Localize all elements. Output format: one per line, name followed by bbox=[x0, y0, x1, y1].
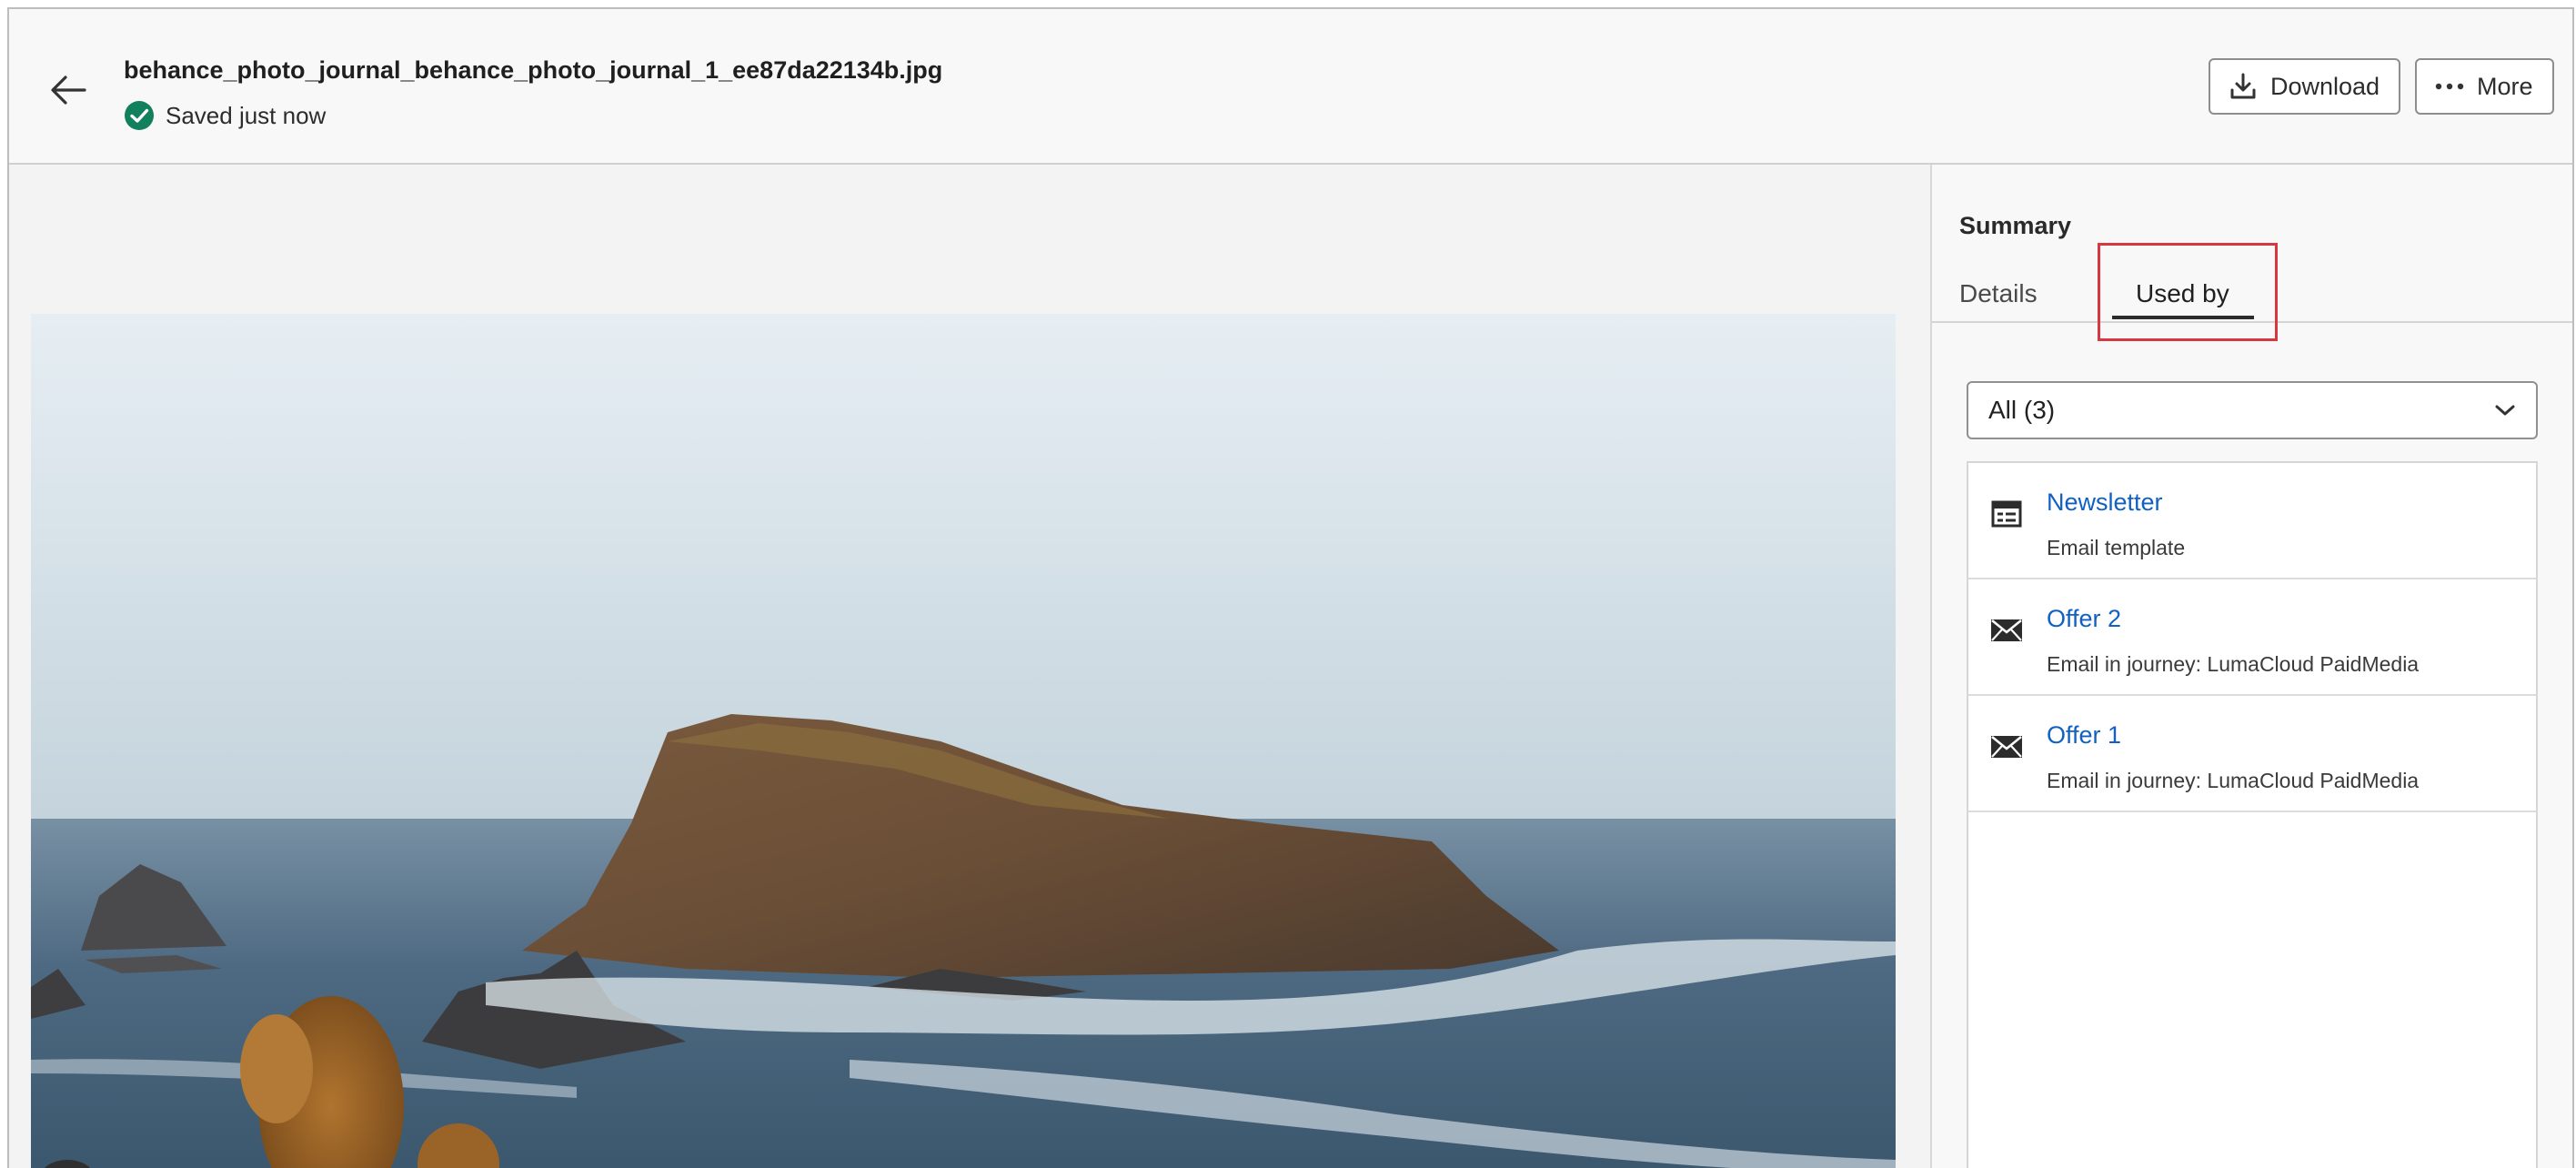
arrow-left-icon bbox=[51, 76, 86, 105]
item-name-link[interactable]: Newsletter bbox=[2047, 488, 2163, 517]
download-icon bbox=[2230, 73, 2256, 99]
back-button[interactable] bbox=[42, 64, 95, 116]
download-label: Download bbox=[2270, 72, 2380, 100]
asset-preview-image bbox=[31, 314, 1896, 1168]
panel-title: Summary bbox=[1959, 212, 2072, 239]
list-item[interactable]: Newsletter Email template bbox=[1968, 463, 2536, 579]
template-icon bbox=[1991, 500, 2022, 528]
item-type: Email in journey: LumaCloud PaidMedia bbox=[2047, 769, 2420, 792]
item-name-link[interactable]: Offer 2 bbox=[2047, 605, 2121, 633]
usage-filter-dropdown[interactable]: All (3) bbox=[1967, 381, 2538, 439]
download-button[interactable]: Download bbox=[2209, 58, 2400, 115]
asset-header: behance_photo_journal_behance_photo_jour… bbox=[9, 9, 2572, 165]
summary-panel: Summary Details Used by All (3) Newslett… bbox=[1930, 165, 2572, 1168]
more-label: More bbox=[2477, 72, 2533, 100]
tab-details[interactable]: Details bbox=[1959, 279, 2038, 308]
highlight-annotation bbox=[2098, 243, 2278, 341]
list-item[interactable]: Offer 2 Email in journey: LumaCloud Paid… bbox=[1968, 579, 2536, 696]
item-name-link[interactable]: Offer 1 bbox=[2047, 721, 2121, 750]
used-by-list: Newsletter Email template Offer 2 Email … bbox=[1967, 461, 2538, 1168]
file-name: behance_photo_journal_behance_photo_jour… bbox=[124, 56, 943, 84]
save-status-text: Saved just now bbox=[166, 101, 327, 129]
email-icon bbox=[1991, 619, 2022, 641]
list-item[interactable]: Offer 1 Email in journey: LumaCloud Paid… bbox=[1968, 696, 2536, 812]
asset-preview-area bbox=[9, 165, 1930, 1168]
more-button[interactable]: More bbox=[2415, 58, 2554, 115]
panel-tabs: Details Used by bbox=[1932, 243, 2572, 341]
email-icon bbox=[1991, 735, 2022, 758]
chevron-down-icon bbox=[2495, 405, 2515, 416]
checkmark-circle-icon bbox=[125, 101, 154, 130]
more-icon bbox=[2435, 83, 2464, 90]
item-type: Email in journey: LumaCloud PaidMedia bbox=[2047, 652, 2420, 676]
app-window: behance_photo_journal_behance_photo_jour… bbox=[7, 7, 2574, 1168]
save-status: Saved just now bbox=[124, 100, 326, 131]
item-type: Email template bbox=[2047, 536, 2186, 559]
filter-selected-value: All (3) bbox=[1988, 396, 2056, 424]
